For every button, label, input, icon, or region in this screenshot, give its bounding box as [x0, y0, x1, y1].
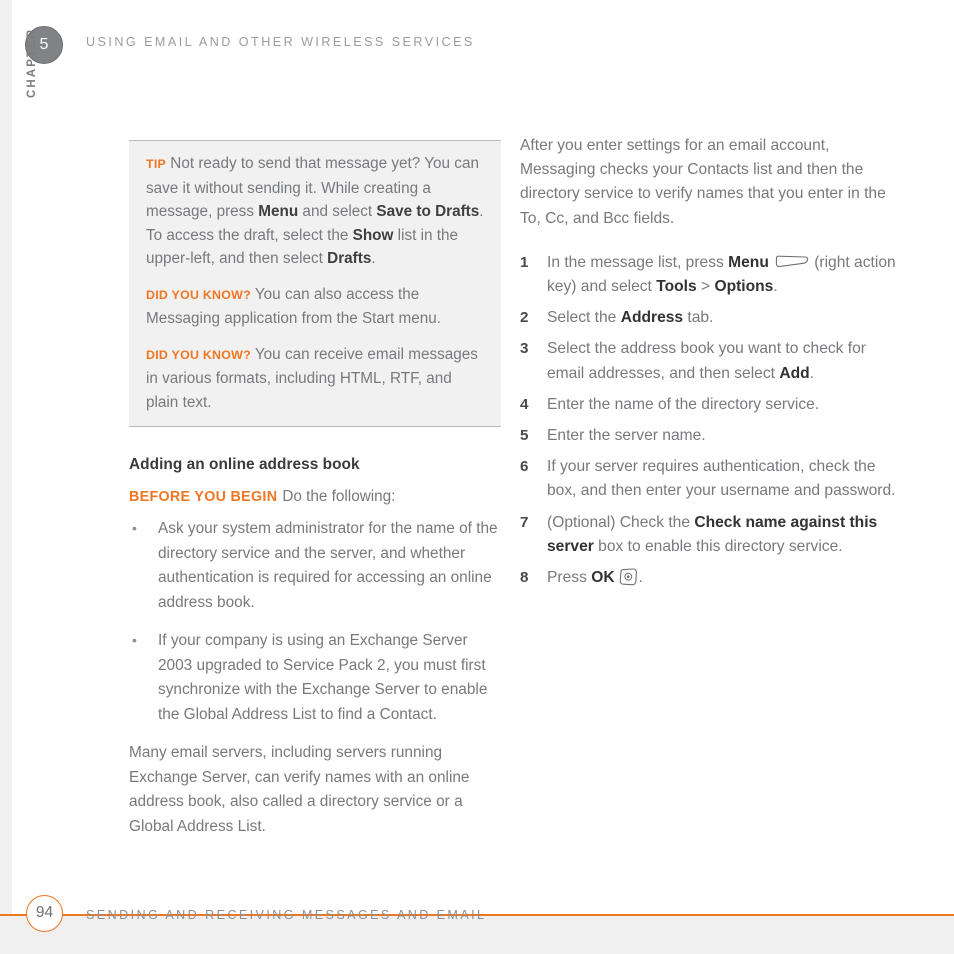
callout-label: TIP — [146, 157, 167, 171]
section-subheading: Adding an online address book — [129, 456, 360, 473]
emphasis-text: Address — [620, 309, 684, 327]
run-text: . — [809, 364, 814, 382]
step-number: 8 — [520, 569, 529, 587]
emphasis-text: Show — [352, 226, 394, 244]
emphasis-text: Tools — [656, 278, 697, 296]
left-edge-band — [0, 0, 12, 954]
emphasis-text: Options — [714, 278, 774, 296]
before-you-begin-tag: BEFORE YOU BEGIN — [129, 489, 278, 505]
run-text: box to enable this directory service. — [593, 537, 843, 555]
right-column: After you enter settings for an email ac… — [520, 134, 902, 597]
run-text: (Optional) Check the — [547, 513, 695, 531]
emphasis-text: OK — [591, 569, 615, 587]
step-number: 5 — [520, 427, 529, 445]
emphasis-text: Save to Drafts — [376, 203, 480, 220]
step-item: 4 Enter the name of the directory service… — [520, 393, 902, 417]
step-item: 8 Press OK. — [520, 566, 902, 590]
left-column: TIP Not ready to send that message yet? … — [129, 140, 501, 839]
page-number-badge: 94 — [26, 895, 63, 932]
step-item: 6 If your server requires authentication,… — [520, 455, 902, 503]
callout-paragraph: DID YOU KNOW? You can also access the Me… — [146, 283, 487, 331]
prerequisite-bullet-list: Ask your system administrator for the na… — [129, 516, 501, 727]
chapter-label: CHAPTER — [26, 27, 38, 98]
ok-key-icon — [619, 568, 638, 586]
tip-callout-box: TIP Not ready to send that message yet? … — [129, 140, 501, 427]
callout-label: DID YOU KNOW? — [146, 287, 251, 302]
step-number: 4 — [520, 395, 529, 413]
run-text: In the message list, press — [547, 253, 729, 271]
run-text: > — [696, 278, 715, 296]
run-text: Enter the server name. — [547, 427, 706, 445]
callout-label: DID YOU KNOW? — [146, 347, 251, 362]
intro-paragraph: After you enter settings for an email ac… — [520, 137, 886, 227]
emphasis-text: Menu — [728, 253, 769, 271]
running-header-title: USING EMAIL AND OTHER WIRELESS SERVICES — [86, 35, 475, 49]
run-text: . — [371, 250, 376, 267]
menu-key-icon — [773, 252, 809, 267]
run-text: Press — [547, 569, 592, 587]
run-text: Enter the name of the directory service. — [547, 395, 820, 413]
step-item: 7 (Optional) Check the Check name against… — [520, 511, 902, 559]
run-text: tab. — [683, 309, 714, 327]
footer-title: SENDING AND RECEIVING MESSAGES AND EMAIL — [86, 908, 487, 922]
numbered-step-list: 1 In the message list, press Menu (right … — [520, 251, 902, 590]
run-text: Select the address book you want to chec… — [547, 340, 866, 382]
step-item: 5 Enter the server name. — [520, 424, 902, 448]
document-page: 5 CHAPTER USING EMAIL AND OTHER WIRELESS… — [0, 0, 954, 954]
step-number: 6 — [520, 458, 529, 476]
closing-paragraph: Many email servers, including servers ru… — [129, 744, 470, 835]
step-number: 7 — [520, 513, 529, 531]
run-text: . — [773, 278, 778, 296]
run-text: . — [638, 569, 643, 587]
run-text: Select the — [547, 309, 621, 327]
step-number: 2 — [520, 309, 529, 327]
before-you-begin-text: Do the following: — [282, 488, 396, 505]
step-item: 2 Select the Address tab. — [520, 306, 902, 330]
step-number: 3 — [520, 340, 529, 358]
callout-paragraph: DID YOU KNOW? You can receive email mess… — [146, 343, 487, 415]
callout-paragraph: TIP Not ready to send that message yet? … — [146, 152, 487, 271]
emphasis-text: Menu — [258, 203, 299, 220]
step-number: 1 — [520, 253, 529, 271]
run-text: If your server requires authentication, … — [547, 458, 896, 500]
list-item: If your company is using an Exchange Ser… — [129, 628, 501, 727]
emphasis-text: Drafts — [327, 250, 372, 267]
step-item: 1 In the message list, press Menu (right … — [520, 251, 902, 299]
before-you-begin-line: BEFORE YOU BEGIN Do the following: — [129, 485, 501, 509]
step-item: 3 Select the address book you want to che… — [520, 337, 902, 385]
emphasis-text: Add — [779, 364, 810, 382]
run-text: and select — [298, 203, 377, 220]
list-item: Ask your system administrator for the na… — [129, 516, 501, 615]
